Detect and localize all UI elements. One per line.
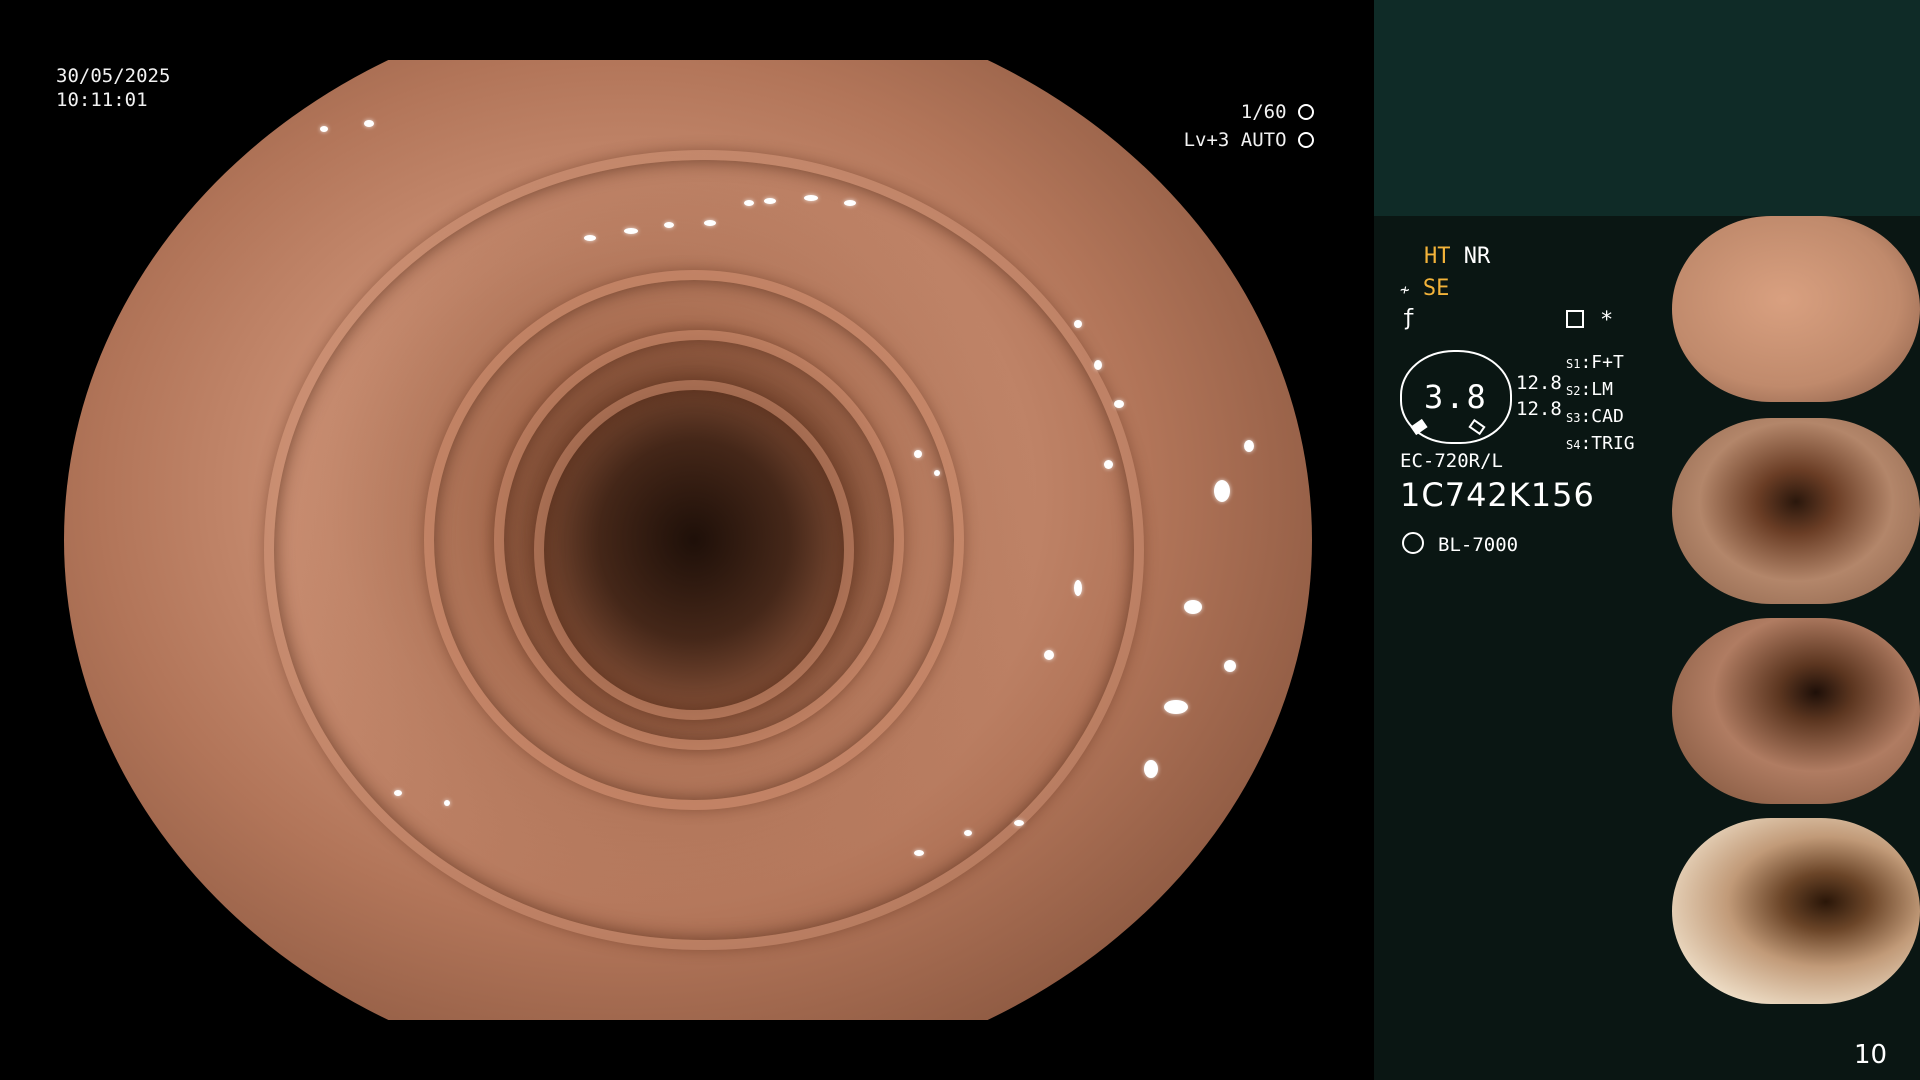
switch-key: S4 bbox=[1566, 438, 1581, 452]
highlight bbox=[1014, 820, 1024, 826]
switch-value: CAD bbox=[1591, 406, 1624, 427]
highlight bbox=[1044, 650, 1054, 660]
se-row: ≁ SE bbox=[1400, 276, 1449, 301]
highlight bbox=[1244, 440, 1254, 452]
switch-key: S3 bbox=[1566, 411, 1581, 425]
level-text: Lv+3 bbox=[1183, 129, 1230, 151]
highlight bbox=[1184, 600, 1202, 614]
filter-icon: ƒ bbox=[1402, 306, 1416, 331]
highlight bbox=[444, 800, 450, 806]
value2-text: 12.8 bbox=[1516, 398, 1562, 420]
switch-list: S1:F+T S2:LM S3:CAD S4:TRIG bbox=[1566, 350, 1635, 458]
scope-model: EC-720R/L bbox=[1400, 450, 1503, 472]
exposure-display: 1/60 Lv+3 AUTO bbox=[1184, 100, 1314, 152]
highlight bbox=[704, 220, 716, 226]
highlight bbox=[914, 450, 922, 458]
switch-value: LM bbox=[1591, 379, 1613, 400]
thumbnail-image[interactable] bbox=[1672, 216, 1920, 402]
highlight bbox=[934, 470, 940, 476]
image-count: 10 bbox=[1854, 1040, 1888, 1070]
switch-row: S1:F+T bbox=[1566, 352, 1624, 373]
highlight bbox=[1144, 760, 1158, 778]
mode-row: HT NR bbox=[1424, 244, 1490, 269]
highlight bbox=[664, 222, 674, 228]
datetime-display: 30/05/2025 10:11:01 bbox=[56, 64, 170, 112]
thumbnail-image[interactable] bbox=[1672, 418, 1920, 604]
mucosal-fold bbox=[264, 150, 1144, 950]
time-text: 10:11:01 bbox=[56, 89, 148, 111]
highlight bbox=[394, 790, 402, 796]
highlight bbox=[584, 235, 596, 241]
switch-row: S3:CAD bbox=[1566, 406, 1624, 427]
highlight bbox=[624, 228, 638, 234]
highlight bbox=[1214, 480, 1230, 502]
nr-label: NR bbox=[1463, 244, 1491, 269]
highlight bbox=[844, 200, 856, 206]
panel-header-area bbox=[1374, 0, 1920, 216]
light-source-icon bbox=[1402, 532, 1424, 554]
magnification-value: 3.8 bbox=[1424, 378, 1488, 416]
shutter-icon bbox=[1298, 104, 1314, 120]
document-icon bbox=[1566, 310, 1584, 328]
iris-text: AUTO bbox=[1240, 129, 1287, 151]
switch-value: TRIG bbox=[1591, 433, 1635, 454]
highlight bbox=[1104, 460, 1113, 469]
highlight bbox=[1224, 660, 1236, 672]
ht-label: HT bbox=[1424, 244, 1451, 269]
iris-icon bbox=[1298, 132, 1314, 148]
switch-row: S4:TRIG bbox=[1566, 433, 1635, 454]
highlight bbox=[1074, 580, 1082, 596]
switch-key: S1 bbox=[1566, 357, 1581, 371]
date-text: 30/05/2025 bbox=[56, 65, 171, 87]
highlight bbox=[804, 195, 818, 201]
switch-row: S2:LM bbox=[1566, 379, 1613, 400]
highlight bbox=[914, 850, 924, 856]
highlight bbox=[1164, 700, 1188, 714]
thumbnail-image[interactable] bbox=[1672, 618, 1920, 804]
highlight bbox=[964, 830, 972, 836]
highlight bbox=[1074, 320, 1082, 328]
highlight bbox=[764, 198, 776, 204]
switch-key: S2 bbox=[1566, 384, 1581, 398]
highlight bbox=[1094, 360, 1102, 370]
highlight bbox=[320, 126, 328, 132]
scope-serial: 1C742K156 bbox=[1400, 476, 1595, 514]
highlight bbox=[744, 200, 754, 206]
shutter-text: 1/60 bbox=[1240, 101, 1287, 123]
thumbnail-image[interactable] bbox=[1672, 818, 1920, 1004]
star-mark: * bbox=[1600, 308, 1614, 333]
endoscope-view bbox=[64, 60, 1312, 1020]
highlight bbox=[364, 120, 374, 127]
light-model: BL-7000 bbox=[1438, 534, 1519, 556]
highlight bbox=[1114, 400, 1124, 408]
se-label: SE bbox=[1422, 276, 1450, 301]
enhance-icon: ≁ bbox=[1400, 280, 1410, 299]
value1-text: 12.8 bbox=[1516, 372, 1562, 394]
switch-value: F+T bbox=[1591, 352, 1624, 373]
